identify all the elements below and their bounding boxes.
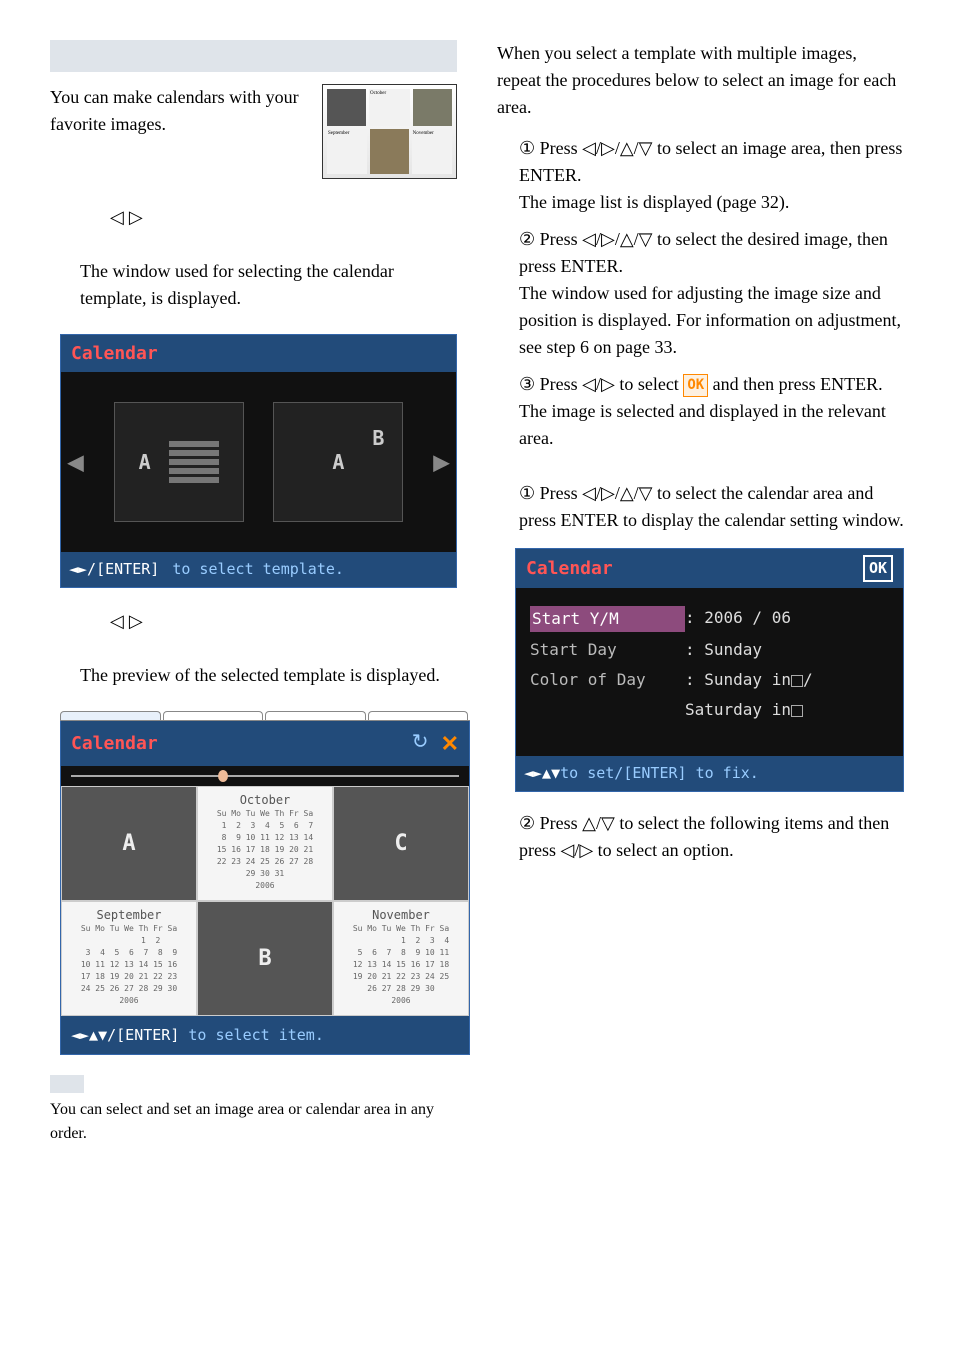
preview-tab-1[interactable]	[60, 711, 161, 720]
ts-title: Calendar	[61, 335, 456, 372]
arrows-lr: ◁ ▷	[110, 204, 457, 231]
cal-substep2-text: Press △/▽ to select the following items …	[519, 813, 889, 860]
settings-ok-button[interactable]: OK	[863, 555, 893, 582]
ok-icon: OK	[683, 374, 708, 397]
settings-row-saturday: Saturday in	[530, 698, 889, 722]
step2-result: The preview of the selected template is …	[80, 662, 457, 689]
substep-2: ② Press ◁/▷/△/▽ to select the desired im…	[519, 226, 904, 361]
ts-footer: ◄►/[ENTER] to select template.	[61, 552, 456, 587]
close-icon[interactable]: ✕	[441, 727, 459, 760]
tip	[50, 1075, 457, 1093]
substep3-post: and then press ENTER.	[708, 374, 882, 394]
circled-3: ③	[519, 371, 535, 398]
circled-1: ①	[519, 135, 535, 162]
thumb-image-1	[327, 89, 366, 126]
image-area-c[interactable]: C	[333, 786, 469, 901]
cal-substep-2: ② Press △/▽ to select the following item…	[519, 810, 904, 864]
substep2-text: Press ◁/▷/△/▽ to select the desired imag…	[519, 229, 888, 276]
arrows-lr-2: ◁ ▷	[110, 608, 457, 635]
image-area-b[interactable]: B	[197, 901, 333, 1016]
calendar-settings-screenshot: Calendar OK Start Y/M : 2006 / 06 Start …	[515, 548, 904, 792]
thumb-month-sep: September	[327, 129, 367, 174]
preview-screenshot: Calendar ↻ ✕ A October Su Mo Tu We Th Fr…	[60, 711, 470, 1056]
select-image-intro: When you select a template with multiple…	[497, 40, 904, 121]
preview-tab-3[interactable]	[265, 711, 366, 720]
template-month-bars	[169, 441, 219, 483]
preview-title: Calendar	[71, 730, 158, 757]
calendar-thumbnail: October September November	[322, 84, 457, 179]
sep-grid: Su Mo Tu We Th Fr Sa 1 2 3 4 5 6 7 8 9 1…	[81, 909, 177, 1007]
nav-right-icon[interactable]: ▶	[433, 441, 450, 483]
substep-3: ③ Press ◁/▷ to select OK and then press …	[519, 371, 904, 452]
settings-row-startday[interactable]: Start Day : Sunday	[530, 638, 889, 662]
cal-substep-1: ① Press ◁/▷/△/▽ to select the calendar a…	[519, 480, 904, 534]
image-area-a[interactable]: A	[61, 786, 197, 901]
preview-tabs	[60, 711, 470, 721]
preview-slider[interactable]	[61, 766, 469, 786]
substep3-result: The image is selected and displayed in t…	[519, 398, 904, 452]
settings-footer-text: to set/[ENTER] to fix.	[560, 764, 759, 782]
cal-substep1-text: Press ◁/▷/△/▽ to select the calendar are…	[519, 483, 904, 530]
tip-text: You can select and set an image area or …	[50, 1098, 457, 1146]
oct-grid: Su Mo Tu We Th Fr Sa 1 2 3 4 5 6 7 8 9 1…	[217, 794, 313, 892]
substep3-pre: Press ◁/▷ to select	[540, 374, 684, 394]
rotate-icon[interactable]: ↻	[412, 727, 429, 760]
settings-val-saturday: Saturday in	[685, 698, 803, 722]
step-2: ◁ ▷ The preview of the selected template…	[80, 608, 457, 689]
settings-key-startday: Start Day	[530, 638, 685, 662]
settings-body: Start Y/M : 2006 / 06 Start Day : Sunday…	[516, 588, 903, 756]
ts-footer-text: to select template.	[163, 560, 344, 578]
thumb-month-oct: October	[369, 89, 410, 126]
nov-grid: Su Mo Tu We Th Fr Sa 1 2 3 4 5 6 7 8 9 1…	[353, 909, 449, 1007]
thumb-image-2	[413, 89, 452, 126]
settings-title: Calendar	[526, 555, 613, 582]
settings-footer-sym: ◄►▲▼	[524, 764, 560, 782]
cal-circled-1: ①	[519, 480, 535, 507]
thumb-image-3	[370, 129, 408, 174]
substep2-result: The window used for adjusting the image …	[519, 280, 904, 361]
settings-row-colorday[interactable]: Color of Day : Sunday in/	[530, 668, 889, 692]
ts-footer-sym: ◄►/[ENTER]	[69, 560, 159, 578]
settings-key-startym: Start Y/M	[530, 606, 685, 632]
month-cell-october[interactable]: October Su Mo Tu We Th Fr Sa 1 2 3 4 5 6…	[197, 786, 333, 901]
settings-key-colorday: Color of Day	[530, 668, 685, 692]
settings-val-startym: : 2006 / 06	[685, 606, 791, 632]
cal-circled-2: ②	[519, 810, 535, 837]
template-select-screenshot: Calendar ◀ A B A ▶ ◄►/[E	[60, 334, 457, 588]
circled-2: ②	[519, 226, 535, 253]
slider-knob[interactable]	[218, 770, 228, 782]
template-label-a: A	[139, 447, 151, 477]
preview-tab-2[interactable]	[163, 711, 264, 720]
substep1-text: Press ◁/▷/△/▽ to select an image area, t…	[519, 138, 902, 185]
step-1: ◁ ▷ The window used for selecting the ca…	[80, 204, 457, 312]
template-option-b[interactable]: B A	[273, 402, 403, 522]
color-box-saturday	[791, 705, 803, 717]
template-option-a[interactable]: A	[114, 402, 244, 522]
preview-footer-sym: ◄►▲▼/[ENTER]	[71, 1026, 179, 1044]
month-cell-september[interactable]: September Su Mo Tu We Th Fr Sa 1 2 3 4 5…	[61, 901, 197, 1016]
step1-result: The window used for selecting the calend…	[80, 258, 457, 312]
preview-tab-4[interactable]	[368, 711, 469, 720]
right-column: When you select a template with multiple…	[497, 40, 904, 1146]
template-label-b: B	[372, 423, 384, 453]
preview-footer: ◄►▲▼/[ENTER] to select item.	[61, 1016, 469, 1055]
intro-text: You can make calendars with your favorit…	[50, 84, 307, 138]
tip-badge	[50, 1075, 84, 1093]
month-cell-november[interactable]: November Su Mo Tu We Th Fr Sa 1 2 3 4 5 …	[333, 901, 469, 1016]
settings-val-colorday: : Sunday in/	[685, 668, 813, 692]
settings-footer: ◄►▲▼to set/[ENTER] to fix.	[516, 756, 903, 791]
preview-footer-text: to select item.	[179, 1026, 324, 1044]
substep-1: ① Press ◁/▷/△/▽ to select an image area,…	[519, 135, 904, 216]
template-label-a2: A	[332, 447, 344, 477]
left-column: You can make calendars with your favorit…	[50, 40, 457, 1146]
nav-left-icon[interactable]: ◀	[67, 441, 84, 483]
substep1-result: The image list is displayed (page 32).	[519, 189, 904, 216]
thumb-month-nov: November	[412, 129, 452, 174]
settings-val-startday: : Sunday	[685, 638, 762, 662]
settings-key-empty	[530, 698, 685, 722]
settings-row-startym[interactable]: Start Y/M : 2006 / 06	[530, 606, 889, 632]
color-box-sunday	[791, 675, 803, 687]
section-header-bar	[50, 40, 457, 72]
